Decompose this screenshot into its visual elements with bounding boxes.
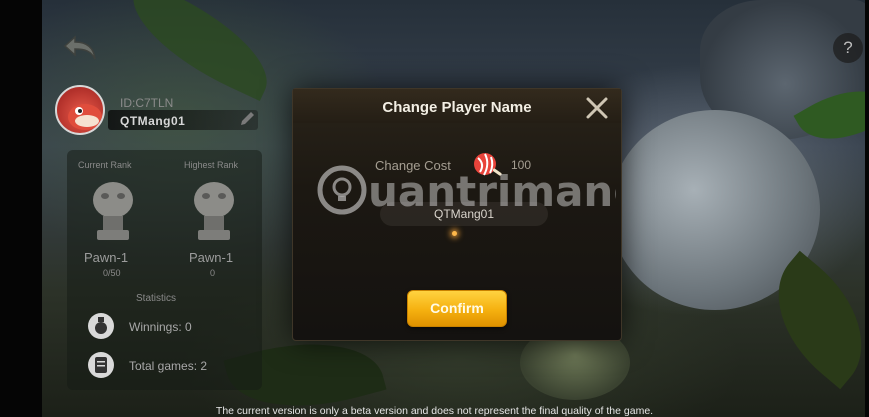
- statistics-title: Statistics: [136, 293, 177, 304]
- highest-rank-name: Pawn-1: [189, 250, 234, 265]
- right-letterbox: [865, 0, 869, 417]
- player-id: ID:C7TLN: [120, 96, 174, 110]
- game-scene: ? ID:C7TLN QTMang01 Current Rank Highest…: [0, 0, 869, 417]
- pawn-trophy-icon: [93, 182, 133, 240]
- beta-disclaimer: The current version is only a beta versi…: [215, 405, 654, 417]
- highest-rank-progress: 0: [210, 268, 216, 278]
- close-dialog-button[interactable]: [584, 95, 610, 121]
- scroll-icon: [88, 352, 114, 378]
- candy-icon: [474, 153, 502, 176]
- winnings-stat: Winnings: 0: [129, 320, 192, 334]
- glow-sparkle: [452, 231, 457, 236]
- confirm-button[interactable]: Confirm: [407, 290, 507, 327]
- highest-rank-title: Highest Rank: [184, 160, 239, 170]
- back-arrow-icon: [63, 35, 96, 60]
- player-name-input[interactable]: [380, 202, 548, 226]
- current-rank-name: Pawn-1: [84, 250, 129, 265]
- pawn-trophy-icon: [194, 182, 234, 240]
- total-games-stat: Total games: 2: [129, 359, 208, 373]
- help-icon: ?: [843, 38, 853, 57]
- edit-name-button[interactable]: [236, 109, 258, 129]
- background-leaf: [114, 0, 286, 101]
- player-name: QTMang01: [120, 114, 186, 128]
- change-cost-value: 100: [511, 158, 532, 172]
- current-rank-title: Current Rank: [78, 160, 132, 170]
- left-letterbox: [0, 0, 42, 417]
- edit-pencil-icon: [241, 112, 254, 125]
- help-button[interactable]: ?: [833, 33, 863, 63]
- back-button[interactable]: [58, 30, 102, 66]
- close-icon: [586, 97, 608, 119]
- medal-icon: [88, 313, 114, 339]
- dialog-title: Change Player Name: [382, 99, 532, 116]
- current-rank-progress: 0/50: [103, 268, 121, 278]
- change-cost-label: Change Cost: [375, 158, 451, 173]
- player-avatar: [55, 85, 105, 135]
- dinosaur-avatar-icon: [68, 104, 102, 130]
